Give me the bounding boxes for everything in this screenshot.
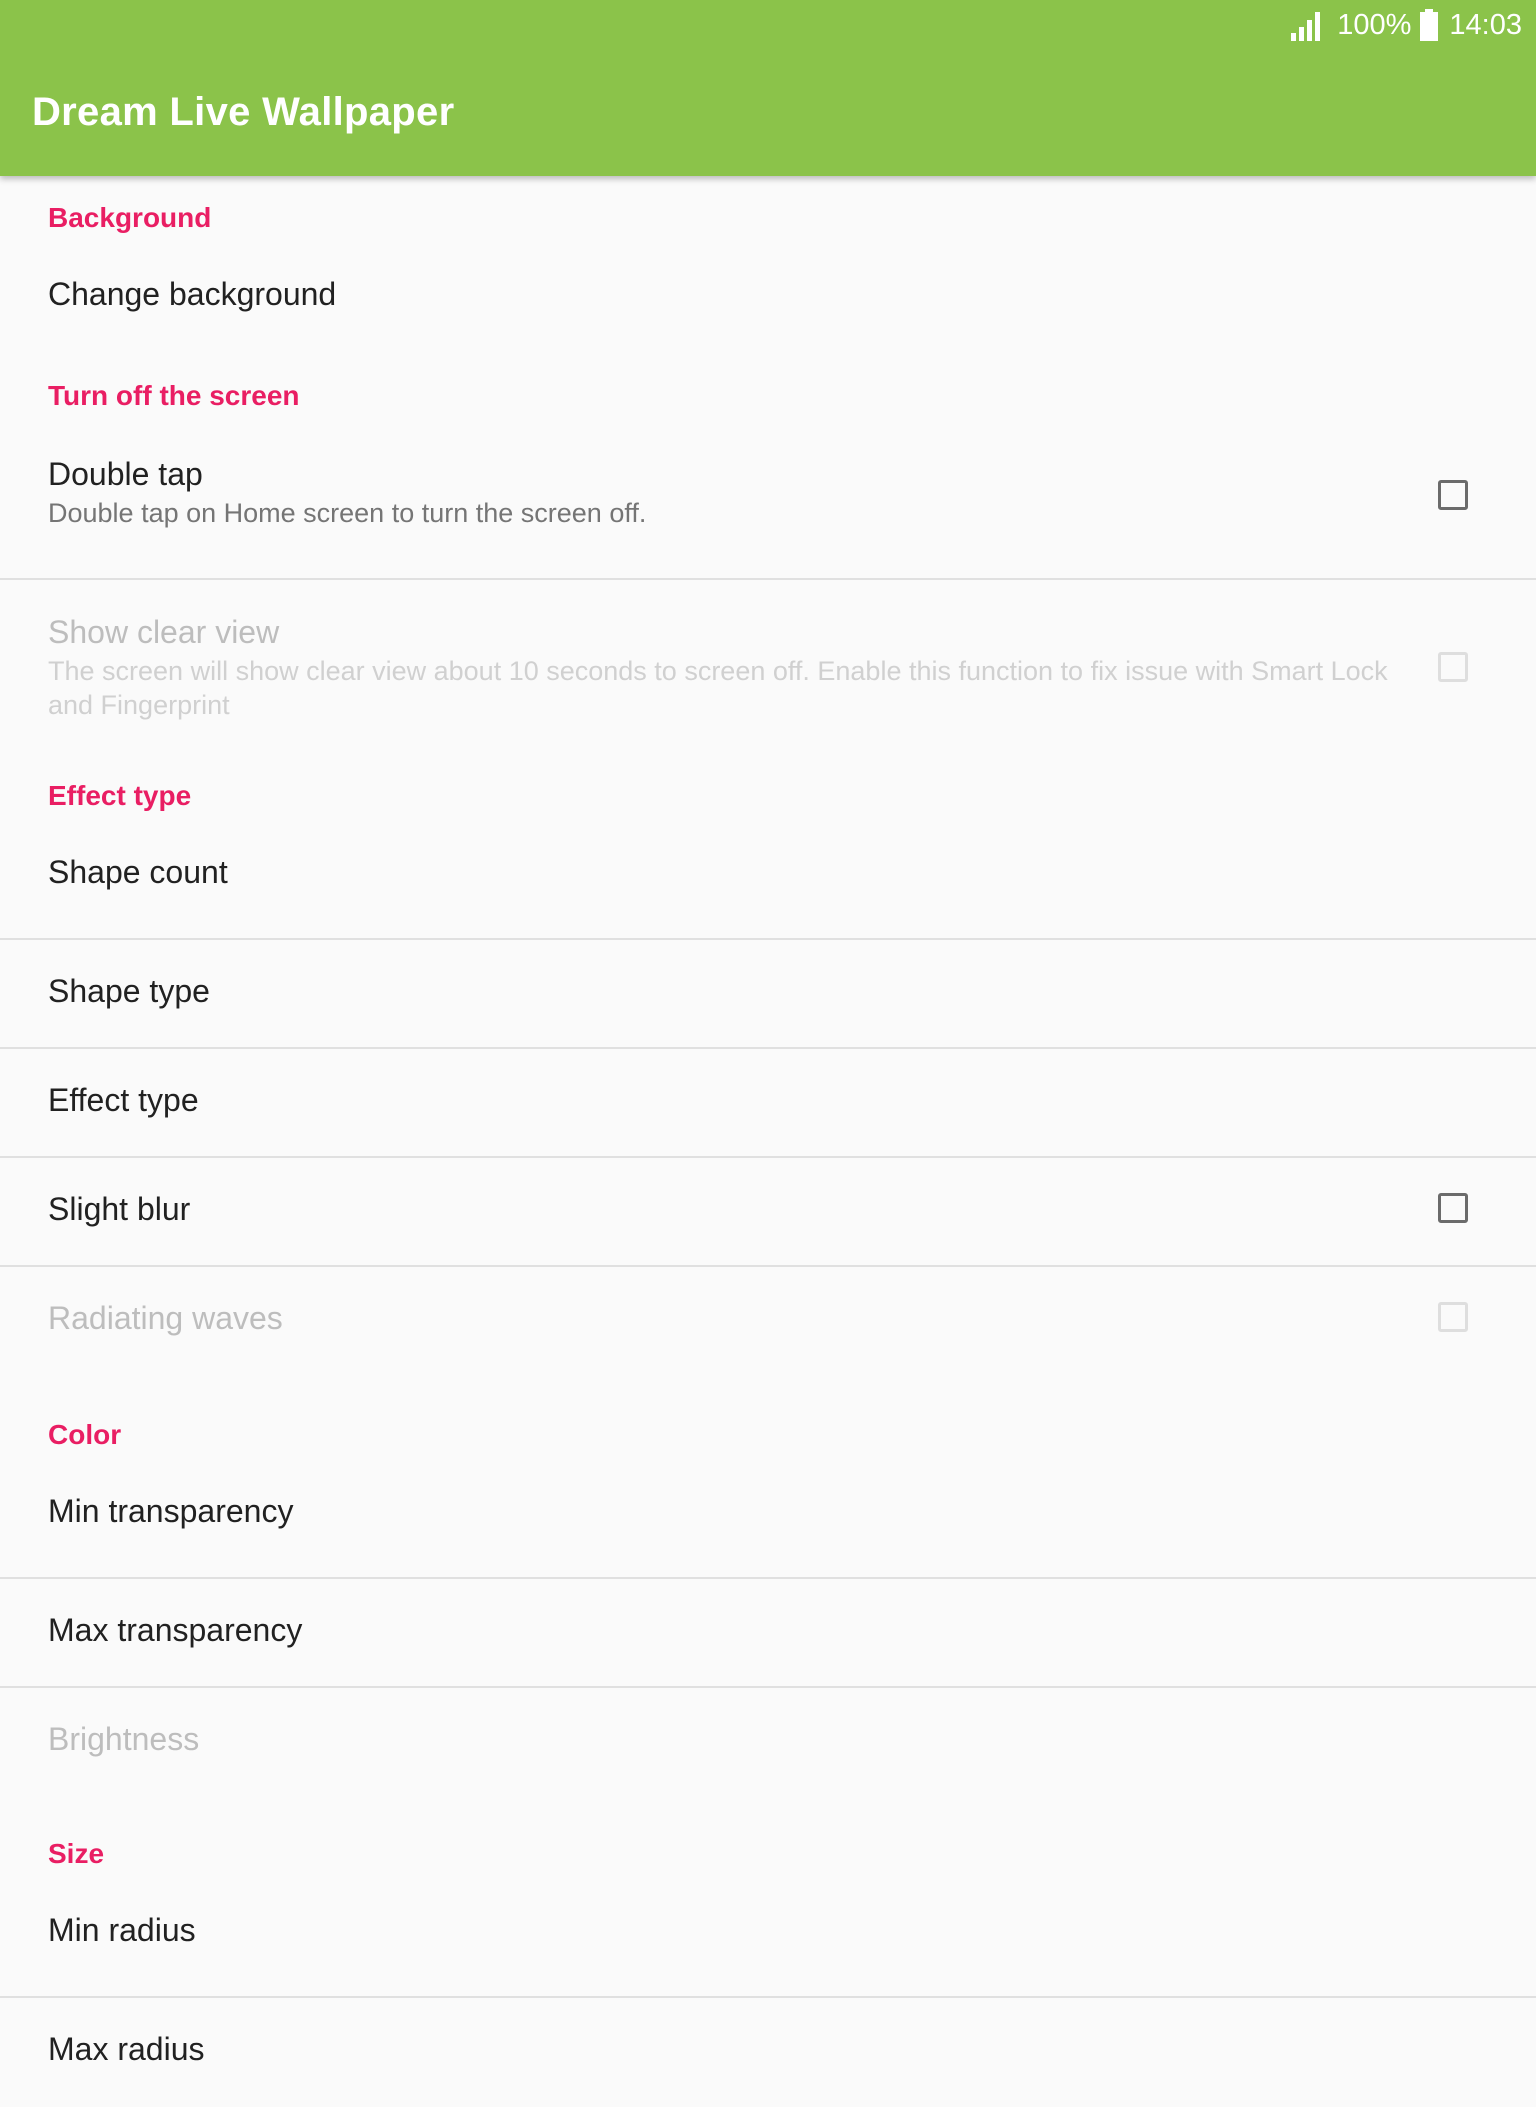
preferences-list: Background Change background Turn off th… bbox=[0, 176, 1536, 2107]
pref-title: Slight blur bbox=[48, 1191, 191, 1227]
pref-min-transparency[interactable]: Min transparency bbox=[0, 1469, 1536, 1579]
battery-percent: 100% bbox=[1337, 8, 1412, 41]
category-size: Size bbox=[0, 1798, 1536, 1888]
category-label: Effect type bbox=[48, 780, 192, 811]
clock: 14:03 bbox=[1449, 8, 1522, 41]
radiating-waves-checkbox bbox=[1438, 1302, 1468, 1332]
pref-max-radius[interactable]: Max radius bbox=[0, 1998, 1536, 2107]
pref-title: Shape type bbox=[48, 973, 210, 1009]
pref-shape-type[interactable]: Shape type bbox=[0, 940, 1536, 1049]
pref-max-transparency[interactable]: Max transparency bbox=[0, 1579, 1536, 1688]
pref-title: Max transparency bbox=[48, 1612, 303, 1648]
slight-blur-checkbox[interactable] bbox=[1438, 1193, 1468, 1223]
pref-slight-blur[interactable]: Slight blur bbox=[0, 1158, 1536, 1267]
category-label: Size bbox=[48, 1838, 105, 1869]
category-background: Background bbox=[0, 176, 1536, 252]
category-label: Turn off the screen bbox=[48, 380, 300, 411]
pref-double-tap[interactable]: Double tap Double tap on Home screen to … bbox=[0, 430, 1536, 580]
category-effect-type: Effect type bbox=[0, 730, 1536, 830]
pref-title: Max radius bbox=[48, 2031, 205, 2067]
pref-shape-count[interactable]: Shape count bbox=[0, 830, 1536, 940]
status-bar: 100% 14:03 bbox=[1289, 0, 1522, 50]
category-label: Color bbox=[48, 1419, 122, 1450]
pref-title: Double tap bbox=[48, 456, 203, 492]
pref-summary: The screen will show clear view about 10… bbox=[48, 656, 1388, 720]
pref-brightness: Brightness bbox=[0, 1688, 1536, 1798]
double-tap-checkbox[interactable] bbox=[1438, 480, 1468, 510]
app-bar: 100% 14:03 Dream Live Wallpaper bbox=[0, 0, 1536, 176]
pref-title: Show clear view bbox=[48, 614, 280, 650]
battery-icon bbox=[1419, 9, 1439, 41]
pref-title: Radiating waves bbox=[48, 1300, 283, 1336]
category-turn-off-screen: Turn off the screen bbox=[0, 356, 1536, 430]
pref-title: Min transparency bbox=[48, 1493, 294, 1529]
pref-title: Change background bbox=[48, 276, 337, 312]
pref-min-radius[interactable]: Min radius bbox=[0, 1888, 1536, 1998]
signal-bars-icon bbox=[1289, 9, 1323, 41]
show-clear-view-checkbox bbox=[1438, 652, 1468, 682]
pref-radiating-waves: Radiating waves bbox=[0, 1267, 1536, 1377]
pref-show-clear-view: Show clear view The screen will show cle… bbox=[0, 580, 1536, 730]
app-title: Dream Live Wallpaper bbox=[32, 90, 455, 134]
category-color: Color bbox=[0, 1377, 1536, 1469]
pref-title: Brightness bbox=[48, 1721, 200, 1757]
pref-effect-type[interactable]: Effect type bbox=[0, 1049, 1536, 1158]
pref-title: Shape count bbox=[48, 854, 228, 890]
pref-title: Effect type bbox=[48, 1082, 199, 1118]
pref-change-background[interactable]: Change background bbox=[0, 252, 1536, 356]
category-label: Background bbox=[48, 202, 212, 233]
pref-title: Min radius bbox=[48, 1912, 196, 1948]
pref-summary: Double tap on Home screen to turn the sc… bbox=[48, 498, 647, 528]
